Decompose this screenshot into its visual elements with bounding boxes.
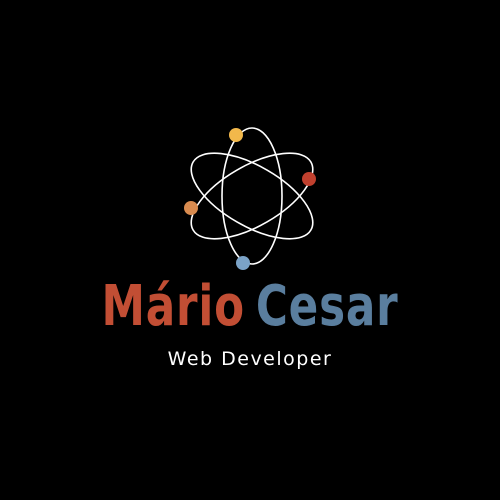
electron-dot-orange xyxy=(184,201,198,215)
orbit-ring xyxy=(221,127,283,265)
logo-canvas: Mário Cesar Web Developer xyxy=(0,0,500,500)
brand-last-name: Cesar xyxy=(255,274,399,339)
electron-dot-blue xyxy=(236,256,250,270)
brand-subtitle: Web Developer xyxy=(167,348,333,370)
atom-orbits xyxy=(190,127,314,265)
electron-dot-red xyxy=(302,172,316,186)
brand-first-name: Mário xyxy=(101,274,245,339)
orbit-ring xyxy=(190,152,314,240)
brand-name: Mário Cesar xyxy=(55,272,445,342)
orbit-ring xyxy=(190,152,314,240)
electron-dot-yellow xyxy=(229,128,243,142)
atom-icon xyxy=(184,127,316,270)
